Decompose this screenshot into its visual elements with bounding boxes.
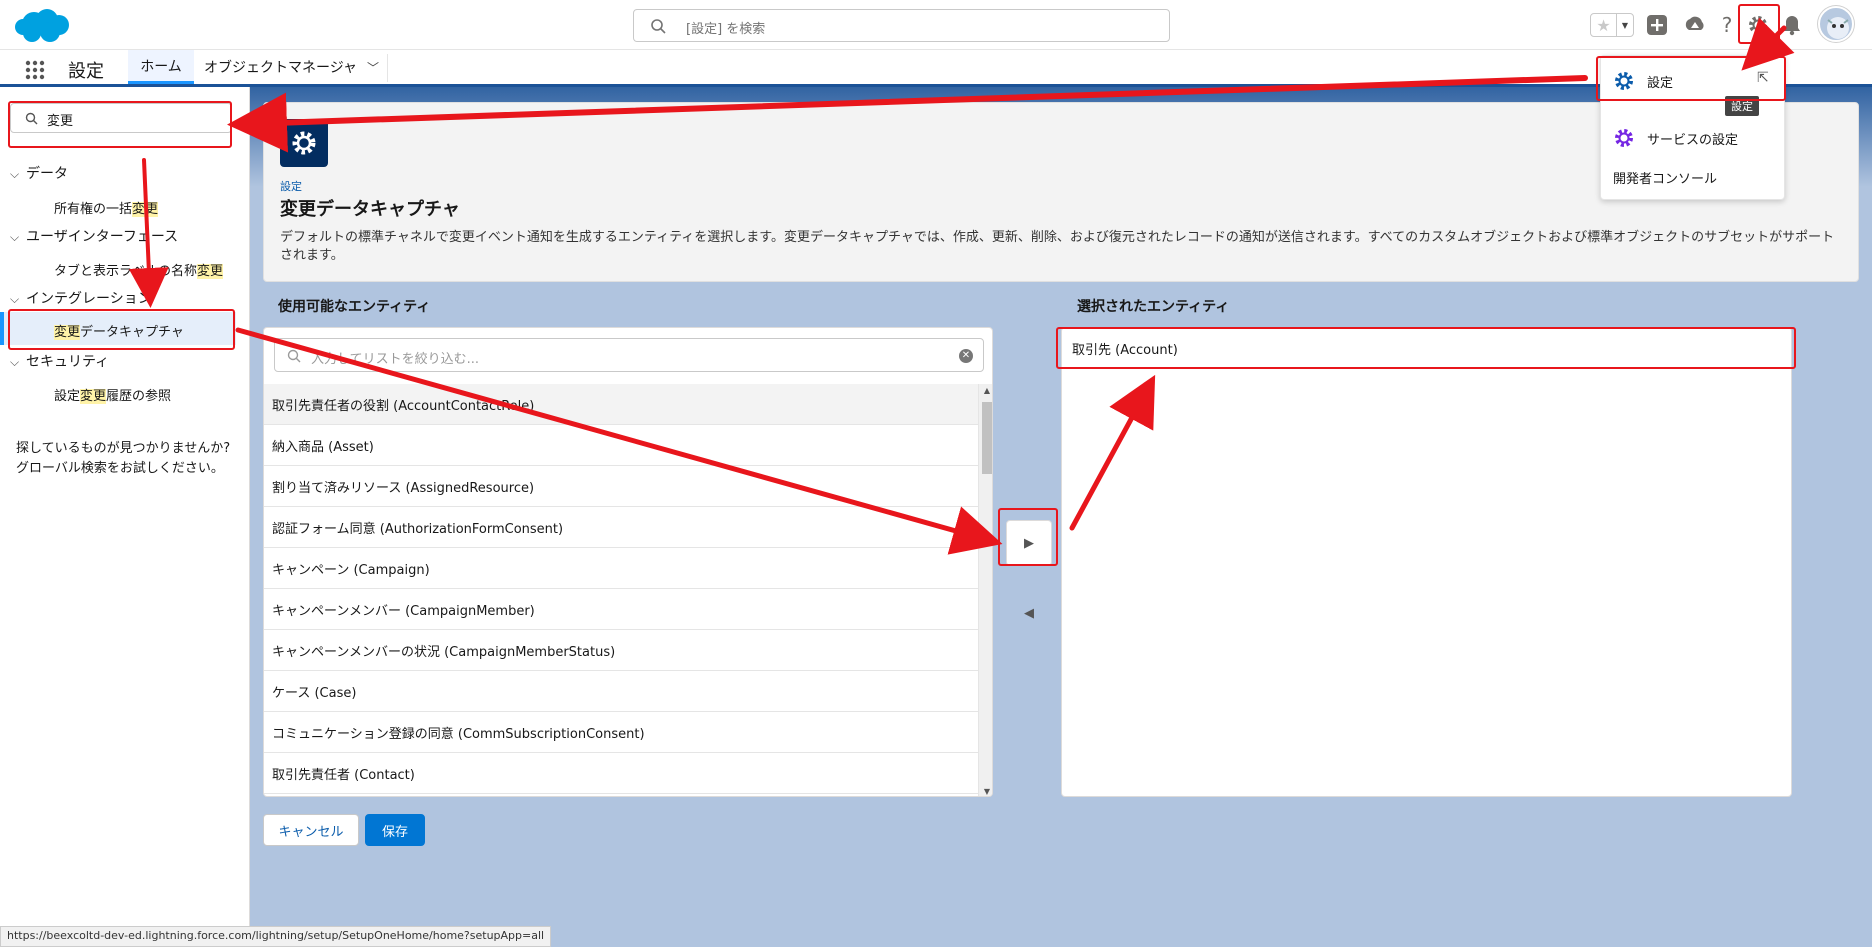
chevron-left-icon: ◀	[1024, 605, 1034, 621]
chevron-down-icon[interactable]: ﹀	[367, 59, 379, 76]
page-description: デフォルトの標準チャネルで変更イベント通知を生成するエンティティを選択します。変…	[280, 230, 1835, 263]
move-to-selected-button[interactable]: ▶	[1006, 520, 1052, 566]
open-in-new-window-icon[interactable]: ⇱	[1757, 70, 1769, 86]
chevron-down-icon: ⌵	[10, 167, 20, 181]
available-entities-label: 使用可能なエンティティ	[278, 299, 431, 315]
available-entities-listbox: 入力してリストを絞り込む... ✕ 取引先責任者の役割 (AccountCont…	[263, 327, 993, 797]
trailhead-icon[interactable]	[1682, 12, 1708, 38]
list-item[interactable]: 認証フォーム同意 (AuthorizationFormConsent)	[264, 507, 978, 548]
chevron-down-icon: ⌵	[10, 355, 20, 369]
chevron-down-icon: ⌵	[10, 292, 20, 306]
favorites-button[interactable]: ★ ▼	[1590, 13, 1634, 37]
list-item[interactable]: 取引先 (Account)	[1062, 328, 1791, 369]
chevron-down-icon[interactable]: ▼	[1617, 14, 1633, 36]
selected-entities-listbox: 取引先 (Account)	[1061, 327, 1792, 797]
sidebar-item-selected-indicator	[0, 312, 4, 345]
chevron-down-icon: ⌵	[10, 230, 20, 244]
nav-divider	[387, 54, 388, 82]
sidebar-item-view-setup-audit-trail[interactable]: 設定変更履歴の参照	[54, 385, 171, 404]
menu-item-developer-console[interactable]: 開発者コンソール	[1613, 168, 1717, 187]
menu-item-setup[interactable]: 設定	[1613, 70, 1673, 92]
sidebar-section-integration[interactable]: ⌵ インテグレーション	[10, 288, 152, 308]
save-button[interactable]: 保存	[365, 814, 425, 846]
help-icon[interactable]: ?	[1714, 12, 1740, 38]
star-icon[interactable]: ★	[1591, 14, 1617, 36]
filter-input[interactable]: 入力してリストを絞り込む... ✕	[274, 338, 984, 372]
list-item[interactable]: キャンペーンメンバーの状況 (CampaignMemberStatus)	[264, 630, 978, 671]
breadcrumb[interactable]: 設定	[280, 178, 302, 194]
list-item[interactable]: キャンペーンメンバー (CampaignMember)	[264, 589, 978, 630]
list-item[interactable]: ケース (Case)	[264, 671, 978, 712]
list-item[interactable]: コミュニケーション登録の同意 (CommSubscriptionConsent)	[264, 712, 978, 753]
setup-gear-icon[interactable]	[1745, 12, 1771, 38]
tab-home[interactable]: ホーム	[128, 50, 194, 84]
search-icon	[25, 112, 38, 125]
tooltip: 設定	[1725, 96, 1759, 116]
app-nav-bar: 設定 ホーム オブジェクトマネージャ ﹀	[0, 50, 1872, 87]
salesforce-logo[interactable]	[14, 6, 74, 46]
list-item[interactable]: 取引先責任者の役割 (AccountContactRole)	[264, 384, 978, 425]
add-icon[interactable]	[1644, 12, 1670, 38]
scroll-down-icon[interactable]: ▼	[982, 787, 992, 796]
setup-sidebar: 変更 ⌵ データ 所有権の一括変更 ⌵ ユーザインターフェース タブと表示ラベルの名…	[0, 87, 250, 947]
global-header: [設定] を検索 ★ ▼ ?	[0, 0, 1872, 50]
user-avatar[interactable]	[1818, 6, 1854, 42]
list-item[interactable]: 割り当て済みリソース (AssignedResource)	[264, 466, 978, 507]
tab-object-manager[interactable]: オブジェクトマネージャ ﹀	[204, 50, 379, 84]
sidebar-section-security[interactable]: ⌵ セキュリティ	[10, 351, 109, 371]
move-to-available-button[interactable]: ◀	[1006, 590, 1052, 636]
menu-item-service-setup[interactable]: サービスの設定	[1613, 127, 1738, 149]
cancel-button[interactable]: キャンセル	[263, 814, 359, 846]
list-scrollbar[interactable]: ▲ ▼	[978, 384, 992, 796]
app-title: 設定	[68, 61, 104, 82]
list-item[interactable]: 納入商品 (Asset)	[264, 425, 978, 466]
status-bar-url: https://beexcoltd-dev-ed.lightning.force…	[0, 926, 552, 947]
list-item[interactable]: 取引先責任者 (Contact)	[264, 753, 978, 794]
filter-placeholder: 入力してリストを絞り込む...	[311, 352, 480, 367]
selected-entities-label: 選択されたエンティティ	[1077, 299, 1230, 315]
setup-gear-icon	[280, 119, 328, 167]
setup-menu: 設定 ⇱ サービスの設定 開発者コンソール	[1600, 55, 1785, 200]
quick-find-input[interactable]: 変更	[10, 103, 232, 133]
app-launcher-icon[interactable]	[24, 59, 46, 81]
not-found-help-text: 探しているものが見つかりませんか? グローバル検索をお試しください。	[16, 441, 231, 476]
gear-icon	[1615, 129, 1633, 147]
scrollbar-thumb[interactable]	[982, 402, 992, 474]
notifications-bell-icon[interactable]	[1779, 12, 1805, 38]
sidebar-section-data[interactable]: ⌵ データ	[10, 163, 68, 183]
global-search[interactable]: [設定] を検索	[633, 9, 1170, 42]
list-item[interactable]: キャンペーン (Campaign)	[264, 548, 978, 589]
gear-icon	[1615, 72, 1633, 90]
clear-icon[interactable]: ✕	[959, 349, 973, 363]
sidebar-item-mass-transfer[interactable]: 所有権の一括変更	[54, 198, 159, 217]
quick-find-value: 変更	[47, 114, 74, 129]
page-title: 変更データキャプチャ	[280, 199, 460, 220]
search-icon	[287, 349, 301, 363]
scroll-up-icon[interactable]: ▲	[982, 386, 992, 395]
sidebar-item-rename-tabs-labels[interactable]: タブと表示ラベルの名称変更	[54, 260, 224, 279]
available-entities-list[interactable]: 取引先責任者の役割 (AccountContactRole) 納入商品 (Ass…	[264, 384, 978, 796]
tab-object-manager-label: オブジェクトマネージャ	[204, 60, 358, 76]
sidebar-item-change-data-capture[interactable]: 変更データキャプチャ	[54, 321, 184, 340]
chevron-right-icon: ▶	[1024, 535, 1034, 551]
sidebar-section-user-interface[interactable]: ⌵ ユーザインターフェース	[10, 226, 178, 246]
search-placeholder: [設定] を検索	[686, 22, 766, 37]
search-icon	[651, 19, 666, 34]
